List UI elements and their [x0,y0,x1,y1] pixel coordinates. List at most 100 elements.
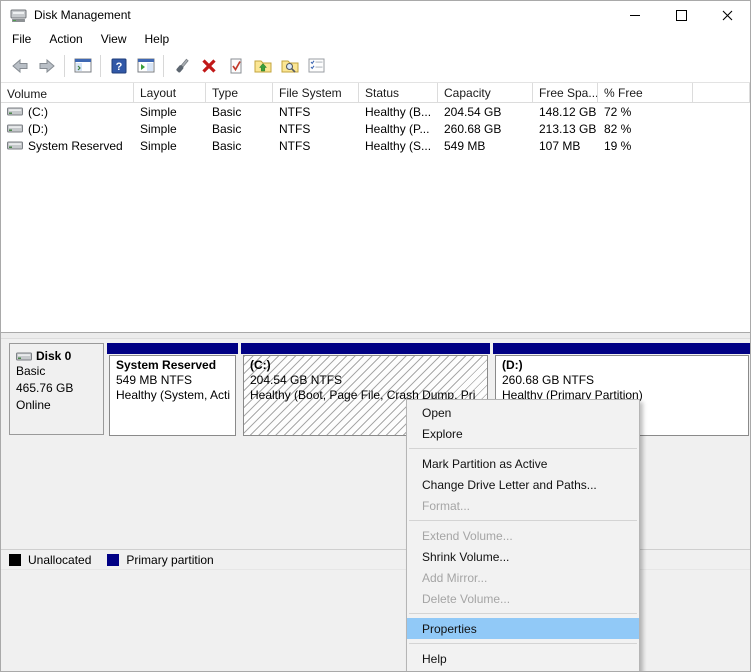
disk0-status: Online [16,397,99,414]
volume-file-system: NTFS [273,105,359,119]
explore-folder-button[interactable] [277,53,302,78]
volume-name: (C:) [28,105,48,119]
volume-list-pane: Volume Layout Type File System Status Ca… [1,83,750,332]
partition-size: 260.68 GB NTFS [502,373,748,388]
context-menu-separator [409,643,637,644]
back-button[interactable] [7,53,32,78]
primary-partition-bar [107,343,238,354]
properties-tool-icon [173,58,191,74]
disk0-type: Basic [16,363,99,380]
disk-drive-icon [16,351,32,362]
folder-up-button[interactable] [250,53,275,78]
minimize-button[interactable] [612,1,658,29]
forward-button[interactable] [34,53,59,78]
toolbar-separator [163,55,164,77]
close-button[interactable] [704,1,750,29]
pane-splitter[interactable] [1,332,750,339]
volume-layout: Simple [134,122,206,136]
volume-pct-free: 19 % [598,139,693,153]
toolbar: ? [1,49,750,83]
column-header-volume[interactable]: Volume [1,83,134,102]
volume-pct-free: 72 % [598,105,693,119]
volume-pct-free: 82 % [598,122,693,136]
view-options-button[interactable] [304,53,329,78]
volume-status: Healthy (S... [359,139,438,153]
menu-view[interactable]: View [92,30,136,48]
partition-size: 549 MB NTFS [116,373,235,388]
forward-icon [38,58,56,74]
primary-partition-swatch [107,554,119,566]
volume-drive-icon [7,106,23,117]
menu-action[interactable]: Action [40,30,91,48]
volume-row-c[interactable]: (C:) Simple Basic NTFS Healthy (B... 204… [1,103,750,120]
app-icon [10,8,27,23]
context-menu-item-change-drive-letter[interactable]: Change Drive Letter and Paths... [407,474,639,495]
commit-check-button[interactable] [223,53,248,78]
volume-list-header: Volume Layout Type File System Status Ca… [1,83,750,103]
menu-bar: File Action View Help [1,29,750,49]
help-button[interactable]: ? [106,53,131,78]
delete-volume-button[interactable] [196,53,221,78]
column-header-filler [693,83,750,102]
volume-drive-icon [7,123,23,134]
context-menu-item-properties[interactable]: Properties [407,618,639,639]
column-header-layout[interactable]: Layout [134,83,206,102]
title-bar: Disk Management [1,1,750,29]
console-tree-button[interactable] [70,53,95,78]
action-pane-icon [137,58,155,73]
context-menu-item-shrink-volume[interactable]: Shrink Volume... [407,546,639,567]
explore-folder-icon [281,58,299,73]
context-menu-separator [409,520,637,521]
properties-tool-button[interactable] [169,53,194,78]
volume-row-d[interactable]: (D:) Simple Basic NTFS Healthy (P... 260… [1,120,750,137]
column-header-free-space[interactable]: Free Spa... [533,83,598,102]
column-header-status[interactable]: Status [359,83,438,102]
unallocated-swatch [9,554,21,566]
volume-type: Basic [206,122,273,136]
volume-name: (D:) [28,122,48,136]
volume-row-system-reserved[interactable]: System Reserved Simple Basic NTFS Health… [1,137,750,154]
partition-status: Healthy (System, Acti [116,388,235,403]
volume-type: Basic [206,105,273,119]
partition-system-reserved[interactable]: System Reserved 549 MB NTFS Healthy (Sys… [107,343,238,437]
legend-label-unallocated: Unallocated [28,553,91,567]
maximize-button[interactable] [658,1,704,29]
menu-file[interactable]: File [3,30,40,48]
context-menu-item-help[interactable]: Help [407,648,639,669]
volume-status: Healthy (P... [359,122,438,136]
column-header-capacity[interactable]: Capacity [438,83,533,102]
column-header-type[interactable]: Type [206,83,273,102]
maximize-icon [676,10,687,21]
disk-management-window: Disk Management File Action View Help [0,0,751,672]
view-options-icon [308,58,325,73]
volume-free-space: 148.12 GB [533,105,598,119]
volume-capacity: 204.54 GB [438,105,533,119]
partition-size: 204.54 GB NTFS [250,373,487,388]
volume-file-system: NTFS [273,122,359,136]
toolbar-separator [100,55,101,77]
context-menu-separator [409,613,637,614]
context-menu-item-extend-volume: Extend Volume... [407,525,639,546]
context-menu-item-add-mirror: Add Mirror... [407,567,639,588]
partition-name: (C:) [250,358,487,373]
volume-status: Healthy (B... [359,105,438,119]
svg-text:?: ? [115,61,122,73]
primary-partition-bar [241,343,490,354]
commit-check-icon [228,58,244,74]
context-menu-item-explore[interactable]: Explore [407,423,639,444]
volume-capacity: 260.68 GB [438,122,533,136]
volume-free-space: 213.13 GB [533,122,598,136]
close-icon [722,10,733,21]
volume-capacity: 549 MB [438,139,533,153]
context-menu-separator [409,448,637,449]
column-header-pct-free[interactable]: % Free [598,83,693,102]
action-pane-button[interactable] [133,53,158,78]
partition-name: (D:) [502,358,748,373]
column-header-file-system[interactable]: File System [273,83,359,102]
context-menu-item-open[interactable]: Open [407,402,639,423]
volume-name: System Reserved [28,139,123,153]
volume-drive-icon [7,140,23,151]
context-menu-item-mark-partition-active[interactable]: Mark Partition as Active [407,453,639,474]
menu-help[interactable]: Help [136,30,179,48]
disk0-label-panel[interactable]: Disk 0 Basic 465.76 GB Online [9,343,104,435]
